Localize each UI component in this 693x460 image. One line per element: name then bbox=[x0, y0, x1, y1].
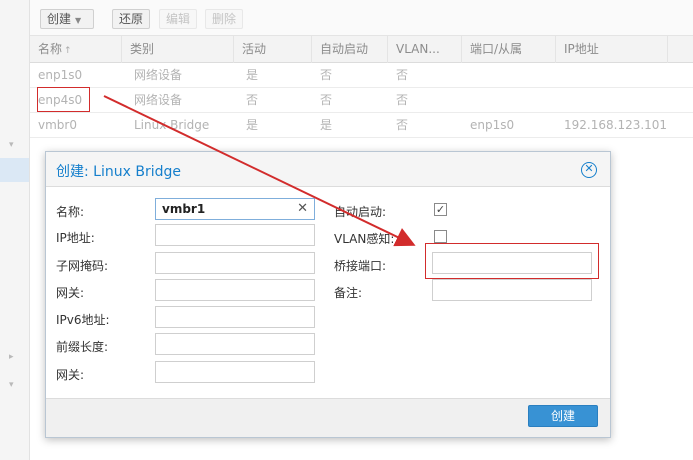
annotation-arrow bbox=[103, 95, 416, 247]
arrow-line bbox=[103, 95, 416, 247]
proxmox-network-screen: ▾ ▸ ▾ 创建 ▼ 还原 编辑 删除 名称 ↑ 类别 活动 自动启动 VLAN..… bbox=[0, 0, 693, 460]
